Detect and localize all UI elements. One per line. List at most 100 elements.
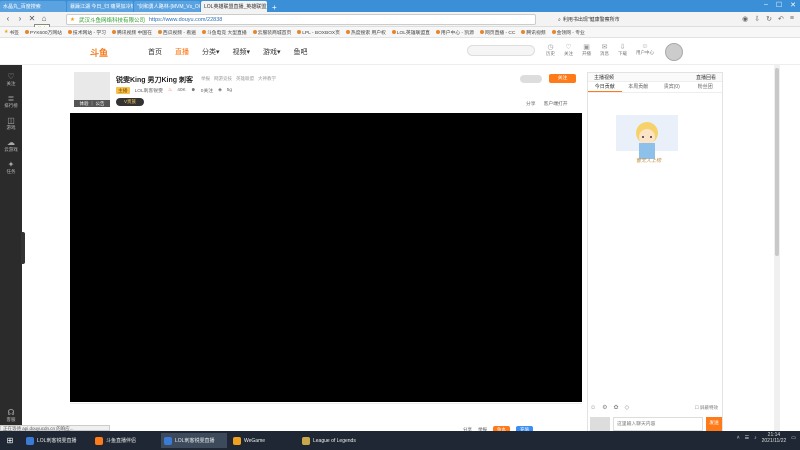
tab-today[interactable]: 今日贡献 — [588, 82, 622, 92]
taskbar-app[interactable]: 斗鱼直播伴侣 — [92, 433, 158, 448]
category-link[interactable]: 英雄联盟 — [236, 76, 254, 82]
home-icon[interactable]: ⌂ — [38, 14, 50, 23]
network-icon[interactable]: ☰ — [745, 435, 749, 441]
taskbar-app[interactable]: LOL刺客锐雯直播 — [23, 433, 89, 448]
share-button[interactable]: 分享 — [526, 100, 536, 107]
notify-toggle[interactable] — [520, 75, 542, 83]
settings-icon[interactable]: ⚙ — [602, 404, 607, 411]
nav-fishbar[interactable]: 鱼吧 — [294, 47, 308, 57]
clock[interactable]: 21:14 2021/11/22 — [762, 432, 787, 444]
address-field[interactable]: ★ 武汉斗鱼网络科技有限公司 https://www.douyu.com/228… — [66, 14, 536, 25]
replay-link[interactable]: 直播回看 — [696, 74, 716, 81]
chat-input-row: 发送 — [590, 416, 722, 432]
star-icon[interactable]: ★ — [70, 17, 75, 23]
sidebar-item-rank[interactable]: ≣ 排行榜 — [0, 94, 22, 109]
tab-fans[interactable]: 粉丝团 — [689, 82, 723, 92]
sidebar-item-follow[interactable]: ♡ 关注 — [0, 72, 22, 87]
message-icon: ✉ — [601, 44, 608, 51]
rank-tabs: 今日贡献 本周贡献 贵宾(0) 粉丝团 — [588, 82, 722, 93]
headset-icon: ☊ — [7, 408, 15, 417]
user-center-icon: ☺ — [641, 43, 649, 50]
maximize-icon[interactable]: ☐ — [776, 1, 782, 9]
room-actions: 分享 客户端打开 — [526, 100, 568, 107]
taskbar-app[interactable]: WeGame — [230, 433, 296, 448]
forward-icon[interactable]: › — [14, 14, 26, 23]
extension-icon[interactable]: ◉ — [742, 15, 748, 23]
sidebar-item-support[interactable]: ☊ 客服 — [0, 408, 22, 423]
windows-start-icon[interactable]: ⊞ — [0, 431, 20, 450]
sidebar-item-task[interactable]: ✦ 任务 — [0, 160, 22, 175]
site-logo[interactable]: 斗鱼 — [90, 46, 108, 59]
nav-category[interactable]: 分类▾ — [202, 47, 220, 57]
anchor-name[interactable]: LOL刺客锐雯 — [135, 87, 163, 94]
minimize-icon[interactable]: – — [764, 1, 768, 9]
browser-tab[interactable]: "剑和勇人路林-[MVM_Vs_OG-2021 — [134, 1, 200, 12]
video-player[interactable] — [70, 113, 582, 402]
sidebar-collapse-handle[interactable] — [21, 232, 25, 264]
user-center-button[interactable]: ☺ 用户中心 — [636, 43, 654, 57]
lol-app-icon — [302, 436, 310, 445]
vip-badge[interactable]: V贵族 — [116, 98, 144, 106]
browser-tab[interactable]: 暴躁江湖 今日_归 痛哭加冷热 — [67, 1, 133, 12]
download-icon[interactable]: ⇩ — [754, 15, 760, 23]
message-button[interactable]: ✉ 消息 — [600, 43, 609, 57]
browser-tab[interactable]: 水晶丸_百度搜索 — [0, 1, 66, 12]
category-link[interactable]: 网游竞技 — [214, 76, 232, 82]
anchor-video-link[interactable]: 主播视频 — [594, 74, 614, 81]
close-window-icon[interactable]: ✕ — [790, 1, 796, 9]
bookmark-item[interactable]: 金领网 - 专业 — [551, 29, 585, 36]
bookmark-item[interactable]: 西瓜视频 - 看遍 — [157, 29, 196, 36]
refresh-icon[interactable]: ↻ — [766, 15, 772, 23]
bookmark-item[interactable]: LPL - BOXBOX页 — [297, 29, 340, 36]
browser-search-box[interactable]: ⌕ 利用书出现"健康警察所市 — [558, 14, 638, 25]
sidebar-item-cloud-game[interactable]: ☁ 云游戏 — [0, 138, 22, 153]
browser-tab-active[interactable]: LOL英雄联盟直播_英雄联盟直播_斗 — [201, 1, 267, 12]
taskbar-app[interactable]: League of Legends — [299, 433, 379, 448]
follow-button[interactable]: ♡ 关注 — [564, 43, 573, 57]
block-effects-toggle[interactable]: ☐ 屏蔽特效 — [695, 405, 718, 411]
stop-icon[interactable]: ✕ — [26, 14, 38, 23]
bookmark-item[interactable]: 用户中心 - 凯源 — [435, 29, 474, 36]
scrollbar-thumb[interactable] — [775, 68, 779, 256]
taskbar-app-active[interactable]: LOL刺客锐雯直播 — [161, 433, 227, 448]
bookmark-item[interactable]: ★ 书签 — [4, 29, 19, 36]
send-button[interactable]: 发送 — [706, 417, 722, 431]
notification-icon[interactable]: ▭ — [791, 435, 796, 441]
report-link[interactable]: 举报 — [201, 76, 210, 82]
bookmark-item[interactable]: 腾讯视频 中国在 — [111, 29, 152, 36]
client-open-button[interactable]: 客户端打开 — [544, 100, 568, 107]
nav-games[interactable]: 游戏▾ — [263, 47, 281, 57]
clock-date: 2021/11/22 — [761, 438, 787, 444]
menu-icon[interactable]: ≡ — [790, 15, 794, 23]
bookmark-item[interactable]: 腾讯视频 — [521, 29, 546, 36]
bookmark-item[interactable]: 云服装商城首页 — [252, 29, 291, 36]
tab-vip[interactable]: 贵宾(0) — [655, 82, 689, 92]
sidebar-item-game[interactable]: ◫ 游戏 — [0, 116, 22, 131]
go-live-button[interactable]: ▣ 开播 — [582, 43, 591, 57]
tray-arrow-icon[interactable]: ˄ — [737, 435, 740, 441]
bookmark-item[interactable]: 技术网站 - 学习 — [67, 29, 106, 36]
download-app-button[interactable]: ⇩ 下载 — [618, 43, 627, 57]
tab-week[interactable]: 本周贡献 — [622, 82, 656, 92]
bookmark-item[interactable]: LOL英雄联盟直 — [391, 29, 430, 36]
history-button[interactable]: ◷ 历史 — [546, 43, 555, 57]
bookmark-item[interactable]: 热度搜索 用户权 — [345, 29, 386, 36]
nav-video[interactable]: 视频▾ — [233, 47, 251, 57]
bookmark-item[interactable]: 网页直播 - CC — [479, 29, 515, 36]
undo-icon[interactable]: ↶ — [778, 15, 784, 23]
user-avatar[interactable] — [665, 43, 683, 61]
back-icon[interactable]: ‹ — [2, 14, 14, 23]
chat-input[interactable] — [613, 417, 703, 431]
site-search-input[interactable] — [467, 45, 535, 56]
new-tab-button[interactable]: + — [268, 3, 281, 12]
volume-icon[interactable]: ♪ — [754, 435, 757, 441]
nav-live[interactable]: 直播 — [175, 47, 189, 57]
category-link[interactable]: 大神教学 — [258, 76, 276, 82]
emoji-icon[interactable]: ☺ — [590, 405, 596, 411]
bookmark-item[interactable]: PYK600万网站 — [24, 29, 62, 36]
follow-button[interactable]: 关注 — [549, 74, 576, 83]
bookmark-item[interactable]: 斗鱼电竞 大型直播 — [201, 29, 247, 36]
shield-icon[interactable]: ◇ — [625, 404, 630, 411]
nav-home[interactable]: 首页 — [148, 47, 162, 57]
gift-icon[interactable]: ✿ — [614, 404, 619, 411]
